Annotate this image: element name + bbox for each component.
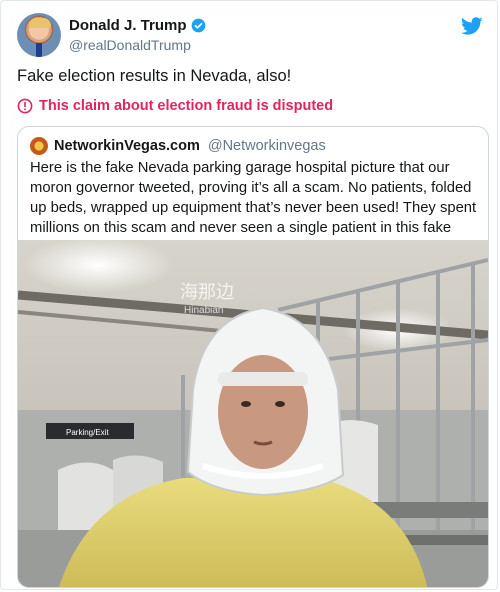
watermark-en: Hinabian [184,305,223,316]
warning-icon [17,98,33,114]
tweet-card: Donald J. Trump @realDonaldTrump Fake el… [0,0,498,590]
quoted-tweet[interactable]: NetworkinVegas.com @Networkinvegas Here … [17,126,489,588]
author-name[interactable]: Donald J. Trump [69,17,187,34]
watermark-cn: 海那边 [180,282,234,303]
tweet-text: Fake election results in Nevada, also! [17,67,292,85]
quoted-photo[interactable]: Parking/Exit 海那边 Hinabian [18,240,488,587]
disputed-label[interactable]: This claim about election fraud is dispu… [17,98,333,114]
quoted-author-name[interactable]: NetworkinVegas.com [54,138,200,154]
quoted-author-handle[interactable]: @Networkinvegas [208,138,326,154]
author-name-line[interactable]: Donald J. Trump [69,17,206,34]
disputed-text[interactable]: This claim about election fraud is dispu… [39,98,333,114]
verified-icon [191,18,206,33]
photo-illustration: Parking/Exit 海那边 Hinabian [18,240,488,587]
avatar[interactable] [17,13,61,57]
quoted-header: NetworkinVegas.com @Networkinvegas [30,137,326,155]
avatar-tie [36,43,42,57]
avatar-hair [29,18,51,28]
tweet-header: Donald J. Trump @realDonaldTrump [17,13,483,63]
twitter-bird-icon[interactable] [461,15,483,37]
sign-text: Parking/Exit [66,428,109,437]
author-handle[interactable]: @realDonaldTrump [69,37,191,53]
quoted-avatar[interactable] [30,137,48,155]
